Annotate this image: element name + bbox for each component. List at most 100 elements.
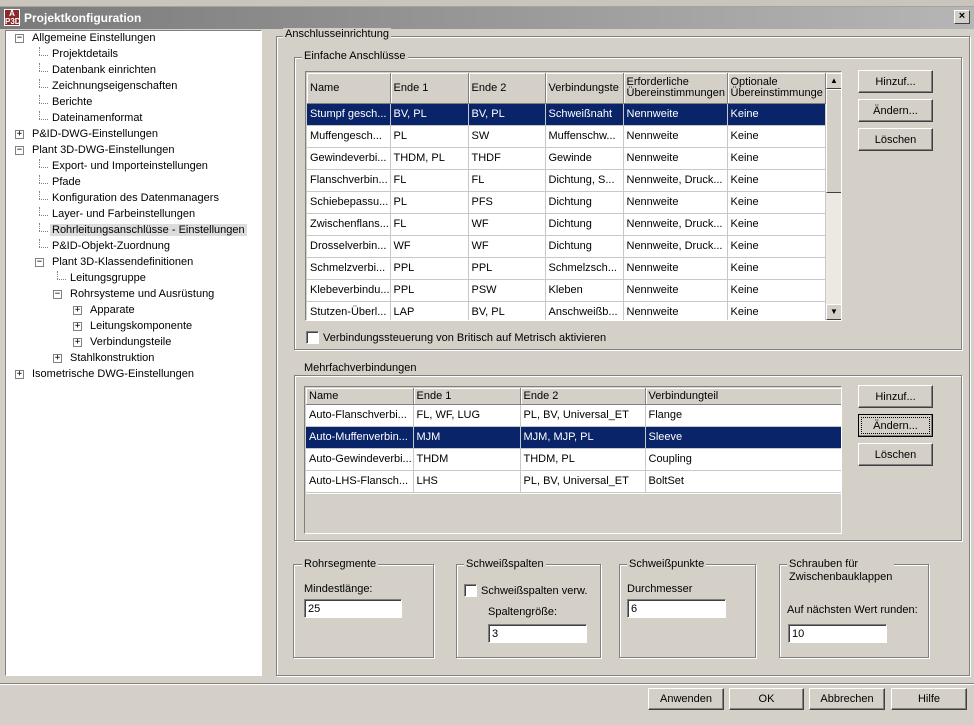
multi-add-button[interactable]: Hinzuf...: [858, 385, 933, 408]
simple-connections-table[interactable]: Name Ende 1 Ende 2 Verbindungste Erforderlic…: [305, 71, 842, 321]
spaltengroesse-input[interactable]: [488, 624, 587, 643]
table-row[interactable]: Gewindeverbi... THDM, PL THDF Gewinde Nennwe…: [307, 147, 826, 170]
tree-item[interactable]: Isometrische DWG-Einstellungen: [30, 367, 196, 383]
scroll-up-icon[interactable]: ▲: [826, 73, 841, 89]
simple-table-scrollbar[interactable]: ▲ ▼: [826, 73, 841, 320]
tree-item-label: Datenbank einrichten: [52, 64, 156, 76]
expand-icon[interactable]: +: [73, 306, 82, 315]
ok-button[interactable]: OK: [729, 688, 804, 710]
close-icon[interactable]: ×: [954, 10, 970, 24]
column-header[interactable]: Ende 2: [468, 73, 546, 104]
table-row[interactable]: Drosselverbin... WF WF Dichtung Nennweite, D…: [307, 235, 826, 258]
tree-item[interactable]: Leitungsgruppe: [68, 271, 148, 287]
tree-item-label: Leitungskomponente: [90, 320, 193, 332]
multi-connections-table[interactable]: Name Ende 1 Ende 2 Verbindungteil Auto-Flan…: [304, 386, 842, 534]
expand-icon[interactable]: +: [73, 322, 82, 331]
tree-item[interactable]: Leitungskomponente: [88, 319, 194, 335]
table-row[interactable]: Stumpf gesch... BV, PL BV, PL Schweißnaht Ne…: [307, 103, 826, 126]
tree-item[interactable]: Layer- und Farbeinstellungen: [50, 207, 197, 223]
tree-item[interactable]: Konfiguration des Datenmanagers: [50, 191, 221, 207]
column-header[interactable]: Erforderliche Übereinstimmungen: [623, 73, 728, 104]
collapse-icon[interactable]: −: [15, 146, 24, 155]
table-row[interactable]: Schiebepassu... PL PFS Dichtung Nennweite Kei…: [307, 191, 826, 214]
table-row[interactable]: Klebeverbindu... PPL PSW Kleben Nennweite Kei…: [307, 279, 826, 302]
table-row[interactable]: Flanschverbin... FL FL Dichtung, S... Nennwe…: [307, 169, 826, 192]
tree-item[interactable]: Dateinamenformat: [50, 111, 145, 127]
schrauben-title: Schrauben für Zwischenbauklappen: [787, 558, 895, 584]
tree-item[interactable]: Rohrsysteme und Ausrüstung: [68, 287, 216, 303]
simple-table[interactable]: Name Ende 1 Ende 2 Verbindungste Erforderlic…: [307, 73, 826, 320]
cancel-button[interactable]: Abbrechen: [809, 688, 885, 710]
runden-input[interactable]: [788, 624, 887, 643]
durchmesser-input[interactable]: [627, 599, 726, 618]
expand-icon[interactable]: +: [15, 130, 24, 139]
tree-item[interactable]: Zeichnungseigenschaften: [50, 79, 179, 95]
tree-item[interactable]: Allgemeine Einstellungen: [30, 31, 158, 47]
expand-icon[interactable]: +: [53, 354, 62, 363]
column-header[interactable]: Ende 1: [413, 388, 521, 405]
multi-edit-button[interactable]: Ändern...: [858, 414, 933, 437]
collapse-icon[interactable]: −: [15, 34, 24, 43]
title-bar[interactable]: A P3D Projektkonfiguration ×: [0, 7, 974, 29]
table-row[interactable]: Stutzen-Überl... LAP BV, PL Anschweißb... Ne…: [307, 301, 826, 320]
column-header[interactable]: Optionale Übereinstimmunge: [727, 73, 826, 104]
apply-button[interactable]: Anwenden: [648, 688, 724, 710]
table-cell: Keine: [727, 301, 826, 320]
simple-delete-button[interactable]: Löschen: [858, 128, 933, 151]
column-header[interactable]: Verbindungste: [545, 73, 624, 104]
tree-connector: [39, 191, 40, 199]
column-header[interactable]: Ende 2: [520, 388, 646, 405]
simple-add-button[interactable]: Hinzuf...: [858, 70, 933, 93]
column-header[interactable]: Name: [307, 73, 391, 104]
collapse-icon[interactable]: −: [35, 258, 44, 267]
help-button[interactable]: Hilfe: [891, 688, 967, 710]
column-header[interactable]: Name: [306, 388, 414, 405]
collapse-icon[interactable]: −: [53, 290, 62, 299]
tree-item[interactable]: Verbindungsteile: [88, 335, 173, 351]
multi-table[interactable]: Name Ende 1 Ende 2 Verbindungteil Auto-Flan…: [306, 388, 841, 493]
column-header[interactable]: Verbindungteil: [645, 388, 841, 405]
tree-item[interactable]: Export- und Importeinstellungen: [50, 159, 210, 175]
table-row[interactable]: Auto-LHS-Flansch... LHS PL, BV, Universal_…: [306, 470, 841, 493]
table-cell: Zwischenflans...: [307, 213, 391, 236]
tree-item[interactable]: Plant 3D-DWG-Einstellungen: [30, 143, 176, 159]
tree-item[interactable]: Datenbank einrichten: [50, 63, 158, 79]
table-row[interactable]: Muffengesch... PL SW Muffenschw... Nennweite…: [307, 125, 826, 148]
tree-item[interactable]: Plant 3D-Klassendefinitionen: [50, 255, 195, 271]
column-header[interactable]: Ende 1: [390, 73, 469, 104]
tree-item[interactable]: Apparate: [88, 303, 137, 319]
tree-item[interactable]: Stahlkonstruktion: [68, 351, 156, 367]
imperial-metric-checkbox[interactable]: [306, 331, 319, 344]
scroll-thumb[interactable]: [826, 89, 841, 193]
expand-icon[interactable]: +: [73, 338, 82, 347]
table-row[interactable]: Zwischenflans... FL WF Dichtung Nennweite, D…: [307, 213, 826, 236]
table-row[interactable]: Auto-Gewindeverbi... THDM THDM, PL Coupling: [306, 448, 841, 471]
table-row[interactable]: Auto-Flanschverbi... FL, WF, LUG PL, BV, U…: [306, 404, 841, 427]
tree-item[interactable]: P&ID-Objekt-Zuordnung: [50, 239, 172, 255]
table-cell: LAP: [390, 301, 469, 320]
settings-tree[interactable]: Allgemeine Einstellungen − Projektdetails D…: [5, 30, 262, 676]
tree-item[interactable]: Berichte: [50, 95, 94, 111]
tree-item[interactable]: Projektdetails: [50, 47, 120, 63]
table-cell: Keine: [727, 235, 826, 258]
table-cell: Nennweite: [623, 103, 728, 126]
tree-item[interactable]: Rohrleitungsanschlüsse - Einstellungen: [50, 223, 247, 239]
schweissspalten-checkbox[interactable]: [464, 584, 477, 597]
table-row[interactable]: Schmelzverbi... PPL PPL Schmelzsch... Nennwe…: [307, 257, 826, 280]
table-cell: FL: [468, 169, 546, 192]
tree-item[interactable]: P&ID-DWG-Einstellungen: [30, 127, 160, 143]
scroll-down-icon[interactable]: ▼: [826, 304, 841, 320]
tree-item[interactable]: Pfade: [50, 175, 83, 191]
expand-icon[interactable]: +: [15, 370, 24, 379]
table-cell: PL, BV, Universal_ET: [520, 470, 646, 493]
spaltengroesse-label: Spaltengröße:: [488, 606, 558, 618]
simple-edit-button[interactable]: Ändern...: [858, 99, 933, 122]
table-cell: PL: [390, 191, 469, 214]
table-cell: Nennweite, Druck...: [623, 235, 728, 258]
tree-connector: [39, 63, 40, 71]
mindestlaenge-input[interactable]: [304, 599, 402, 618]
multi-delete-button[interactable]: Löschen: [858, 443, 933, 466]
durchmesser-label: Durchmesser: [627, 583, 693, 595]
table-row[interactable]: Auto-Muffenverbin... MJM MJM, MJP, PL Sleev…: [306, 426, 841, 449]
table-cell: THDM, PL: [390, 147, 469, 170]
